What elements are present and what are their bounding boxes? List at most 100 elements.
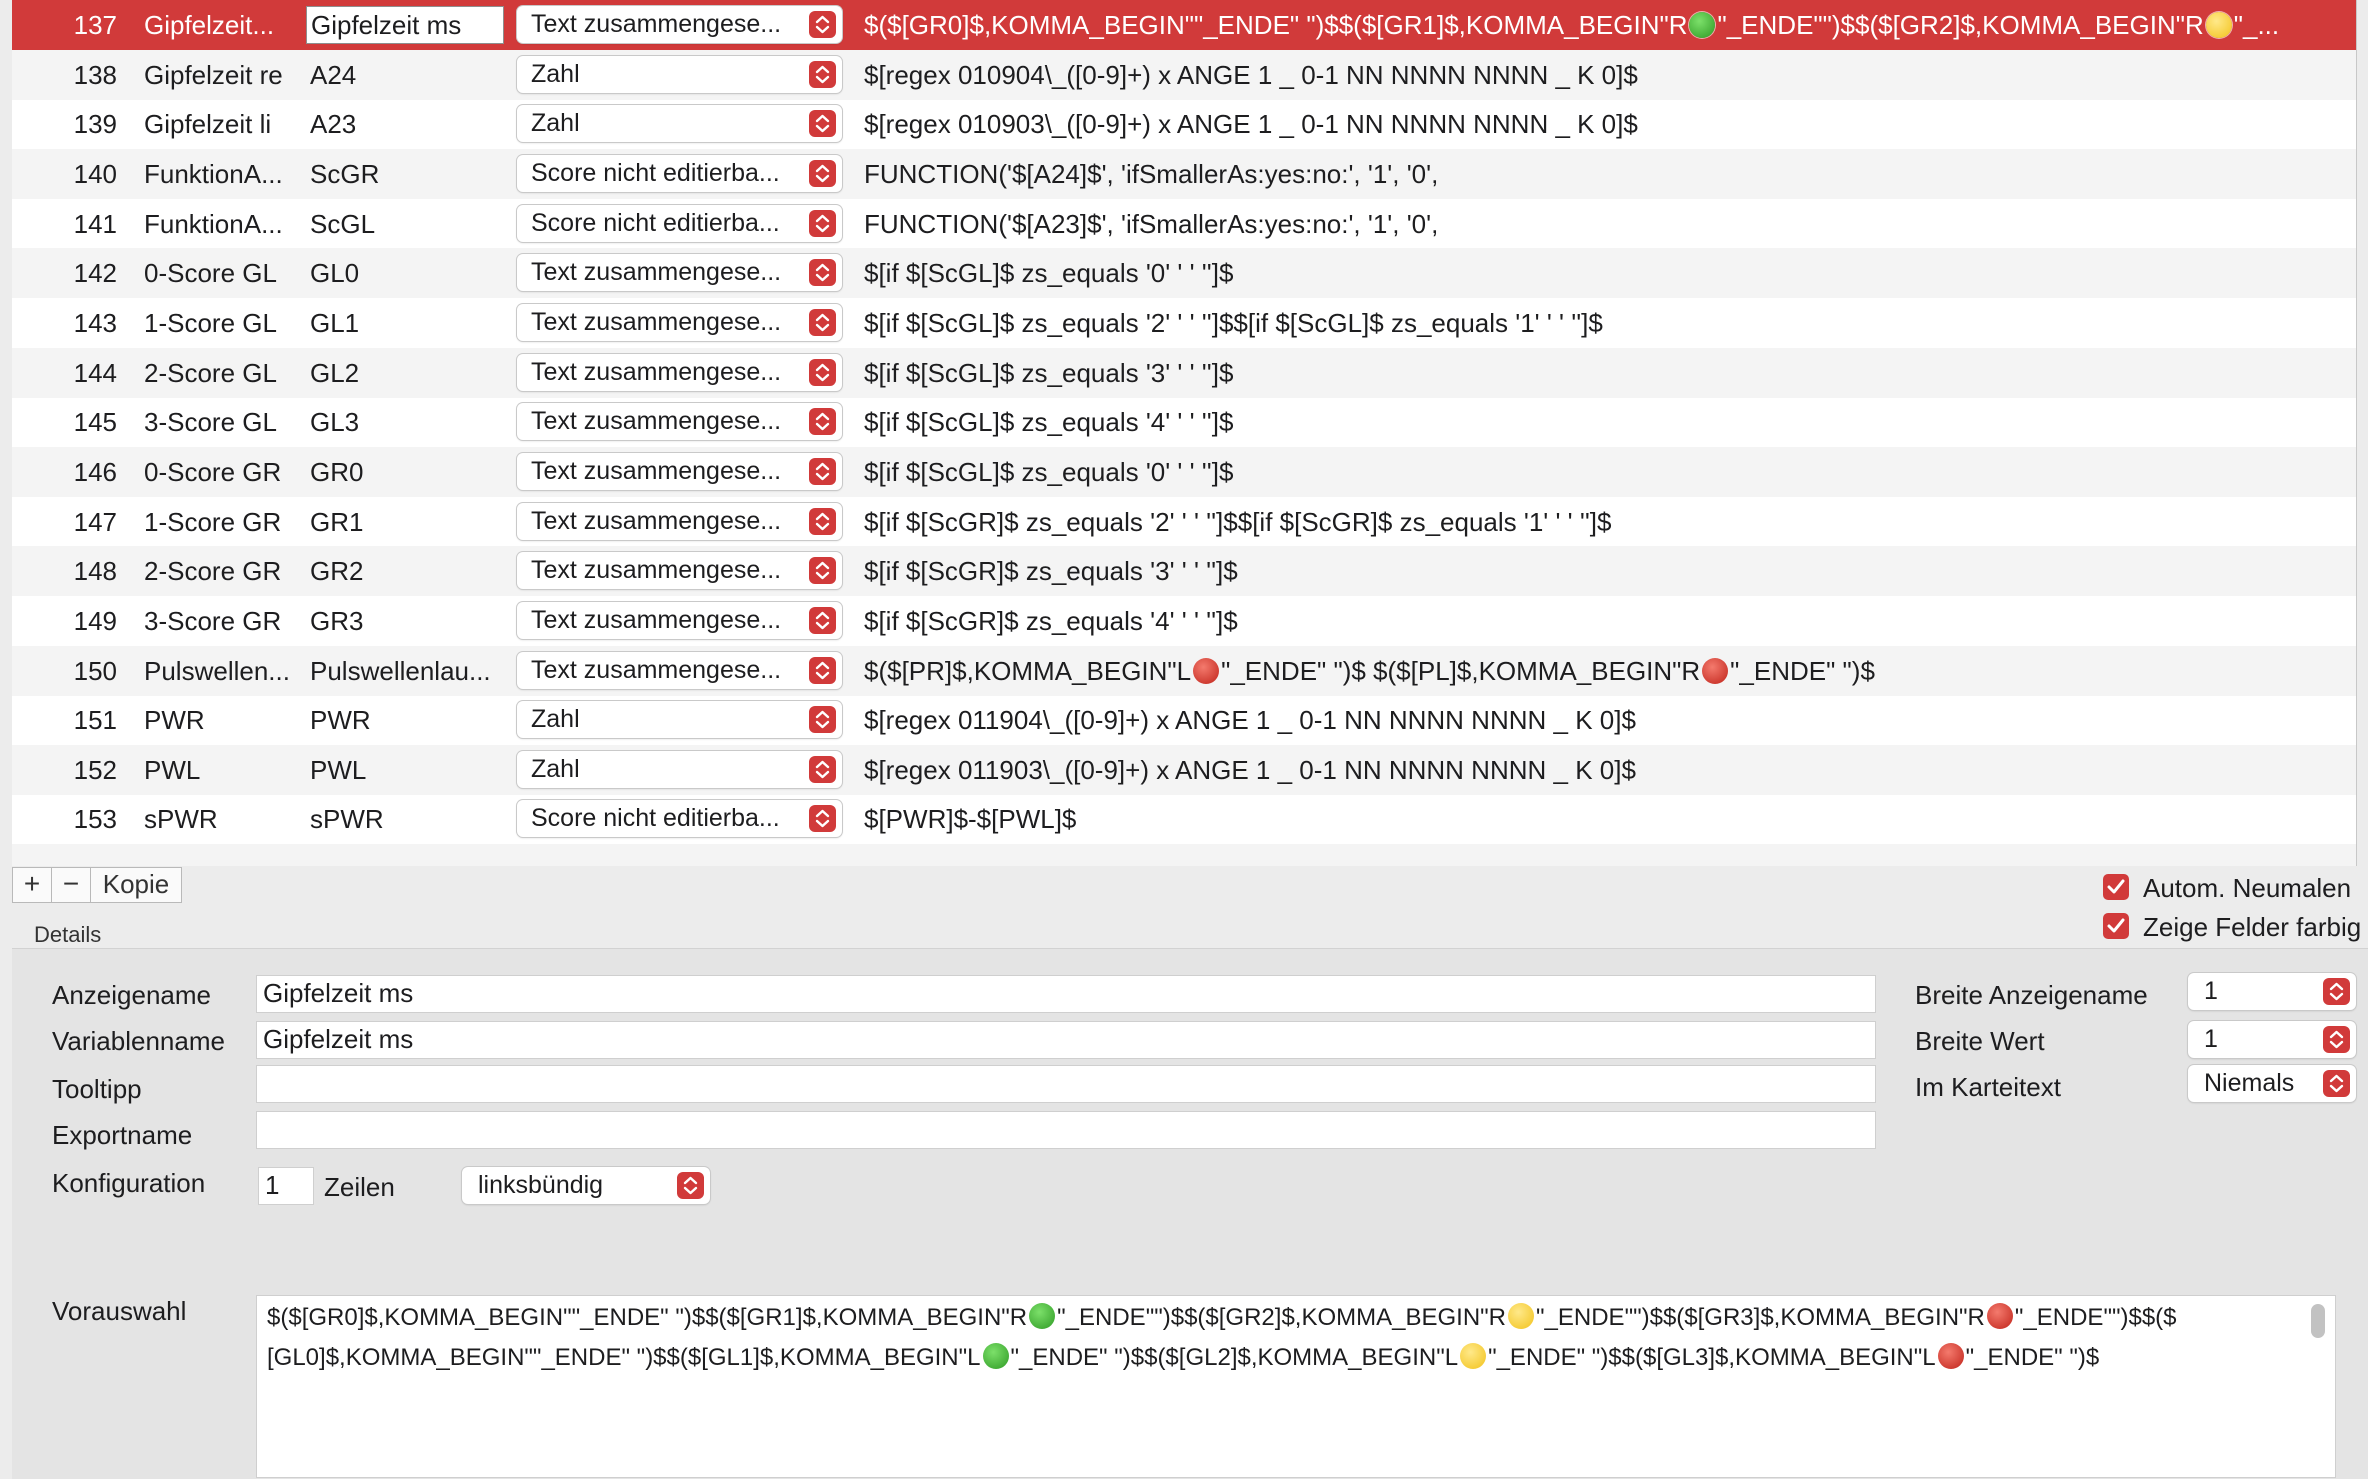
table-row[interactable]: 142 0-Score GL GL0 Text zusammengese... $[if… xyxy=(12,248,2356,299)
table-row[interactable]: 137 Gipfelzeit... Gipfelzeit ms Text zusamm… xyxy=(12,0,2356,50)
row-variable-name[interactable]: GL0 xyxy=(310,248,515,298)
row-display-name[interactable]: Gipfelzeit li xyxy=(144,99,309,149)
row-variable-name[interactable]: PWL xyxy=(310,745,515,795)
table-row[interactable]: 138 Gipfelzeit re A24 Zahl $[regex 010904\_(… xyxy=(12,49,2356,100)
row-variable-name[interactable]: GR1 xyxy=(310,497,515,547)
row-display-name[interactable]: 1-Score GL xyxy=(144,298,309,348)
field-type-select[interactable]: Text zusammengese... xyxy=(517,502,842,540)
tooltip-field[interactable] xyxy=(256,1065,1876,1103)
field-type-select[interactable]: Score nicht editierba... xyxy=(517,800,842,838)
table-row[interactable]: 145 3-Score GL GL3 Text zusammengese... $[if… xyxy=(12,397,2356,447)
width-value-select[interactable]: 1 xyxy=(2188,1021,2356,1058)
row-variable-name[interactable]: GR0 xyxy=(310,447,515,497)
color-fields-checkbox[interactable] xyxy=(2103,913,2129,939)
field-type-select[interactable]: Text zusammengese... xyxy=(517,452,842,490)
row-display-name[interactable]: 3-Score GR xyxy=(144,596,309,646)
row-formula[interactable]: $[if $[ScGL]$ zs_equals '4' ' ' '']$ xyxy=(864,397,2344,447)
width-display-name-select[interactable]: 1 xyxy=(2188,973,2356,1010)
add-row-button[interactable]: + xyxy=(12,867,52,903)
row-display-name[interactable]: 0-Score GL xyxy=(144,248,309,298)
row-display-name[interactable]: PWL xyxy=(144,745,309,795)
variable-name-field[interactable]: Gipfelzeit ms xyxy=(256,1021,1876,1059)
table-row[interactable]: 153 sPWR sPWR Score nicht editierba... $[PWR… xyxy=(12,794,2356,844)
field-type-select[interactable]: Zahl xyxy=(517,750,842,788)
row-variable-name[interactable]: sPWR xyxy=(310,794,515,844)
table-row[interactable]: 151 PWR PWR Zahl $[regex 011904\_([0-9]+) x … xyxy=(12,695,2356,745)
table-row[interactable]: 149 3-Score GR GR3 Text zusammengese... $[if… xyxy=(12,596,2356,646)
table-row[interactable]: 147 1-Score GR GR1 Text zusammengese... $[if… xyxy=(12,497,2356,547)
field-type-select[interactable]: Zahl xyxy=(517,105,842,143)
card-text-select[interactable]: Niemals xyxy=(2188,1065,2356,1102)
field-type-select[interactable]: Text zusammengese... xyxy=(517,303,842,341)
table-row[interactable]: 148 2-Score GR GR2 Text zusammengese... $[if… xyxy=(12,546,2356,597)
row-display-name[interactable]: 2-Score GL xyxy=(144,348,309,398)
row-variable-name[interactable]: Pulswellenlau... xyxy=(310,646,515,696)
table-row[interactable]: 141 FunktionA... ScGL Score nicht editierba… xyxy=(12,199,2356,249)
remove-row-button[interactable]: − xyxy=(51,867,91,903)
copy-button[interactable]: Kopie xyxy=(90,867,182,903)
field-type-select[interactable]: Text zusammengese... xyxy=(517,6,842,43)
table-row[interactable]: 150 Pulswellen... Pulswellenlau... Text zus… xyxy=(12,645,2356,696)
row-display-name[interactable]: Pulswellen... xyxy=(144,646,309,696)
row-formula[interactable]: FUNCTION('$[A23]$', 'ifSmallerAs:yes:no:… xyxy=(864,199,2344,249)
field-type-select[interactable]: Text zusammengese... xyxy=(517,403,842,441)
row-variable-name[interactable]: PWR xyxy=(310,695,515,745)
auto-repaint-checkbox[interactable] xyxy=(2103,874,2129,900)
row-formula[interactable]: $[regex 010904\_([0-9]+) x ANGE 1 _ 0-1 … xyxy=(864,50,2344,100)
row-formula[interactable]: $[regex 011904\_([0-9]+) x ANGE 1 _ 0-1 … xyxy=(864,695,2344,745)
table-row[interactable]: 146 0-Score GR GR0 Text zusammengese... $[if… xyxy=(12,446,2356,497)
field-type-select[interactable]: Text zusammengese... xyxy=(517,353,842,391)
row-formula[interactable]: $[regex 011903\_([0-9]+) x ANGE 1 _ 0-1 … xyxy=(864,745,2344,795)
field-type-select[interactable]: Score nicht editierba... xyxy=(517,155,842,192)
row-variable-name[interactable]: GR3 xyxy=(310,596,515,646)
fields-table[interactable]: 137 Gipfelzeit... Gipfelzeit ms Text zusamm… xyxy=(12,0,2357,866)
row-variable-name[interactable]: GL2 xyxy=(310,348,515,398)
field-type-select[interactable]: Text zusammengese... xyxy=(517,552,842,590)
table-row[interactable]: 140 FunktionA... ScGR Score nicht editierba… xyxy=(12,149,2356,199)
row-formula[interactable]: $($[GR0]$,KOMMA_BEGIN""_ENDE" ")$$($[GR1… xyxy=(864,0,2344,50)
row-display-name[interactable]: PWR xyxy=(144,695,309,745)
row-variable-name[interactable]: A24 xyxy=(310,50,515,100)
row-variable-name[interactable]: GR2 xyxy=(310,546,515,596)
row-display-name[interactable]: 2-Score GR xyxy=(144,546,309,596)
row-display-name[interactable]: 3-Score GL xyxy=(144,397,309,447)
variable-name-edit-field[interactable]: Gipfelzeit ms xyxy=(306,6,504,44)
table-row[interactable]: 144 2-Score GL GL2 Text zusammengese... $[if… xyxy=(12,347,2356,398)
scrollbar-thumb[interactable] xyxy=(2311,1304,2325,1338)
field-type-select[interactable]: Zahl xyxy=(517,55,842,93)
alignment-select[interactable]: linksbündig xyxy=(462,1167,710,1204)
row-formula[interactable]: $[if $[ScGL]$ zs_equals '0' ' ' '']$ xyxy=(864,447,2344,497)
row-formula[interactable]: $[if $[ScGL]$ zs_equals '3' ' ' '']$ xyxy=(864,348,2344,398)
row-formula[interactable]: $[if $[ScGR]$ zs_equals '4' ' ' '']$ xyxy=(864,596,2344,646)
row-variable-name[interactable]: ScGL xyxy=(310,199,515,249)
row-display-name[interactable]: 1-Score GR xyxy=(144,497,309,547)
row-formula[interactable]: $[if $[ScGR]$ zs_equals '2' ' ' '']$$[if… xyxy=(864,497,2344,547)
row-formula[interactable]: $[if $[ScGL]$ zs_equals '0' ' ' '']$ xyxy=(864,248,2344,298)
preselection-textarea[interactable]: $($[GR0]$,KOMMA_BEGIN""_ENDE" ")$$($[GR1… xyxy=(256,1295,2336,1478)
field-type-select[interactable]: Text zusammengese... xyxy=(517,254,842,292)
table-row[interactable]: 152 PWL PWL Zahl $[regex 011903\_([0-9]+) x … xyxy=(12,744,2356,795)
row-formula[interactable]: $[regex 010903\_([0-9]+) x ANGE 1 _ 0-1 … xyxy=(864,99,2344,149)
table-row[interactable]: 143 1-Score GL GL1 Text zusammengese... $[if… xyxy=(12,298,2356,348)
row-variable-name[interactable]: A23 xyxy=(310,99,515,149)
row-formula[interactable]: $[PWR]$-$[PWL]$ xyxy=(864,794,2344,844)
display-name-field[interactable]: Gipfelzeit ms xyxy=(256,975,1876,1013)
field-type-select[interactable]: Score nicht editierba... xyxy=(517,204,842,242)
field-type-select[interactable]: Text zusammengese... xyxy=(517,601,842,639)
row-variable-name[interactable]: GL1 xyxy=(310,298,515,348)
row-variable-name[interactable]: GL3 xyxy=(310,397,515,447)
table-row[interactable]: 139 Gipfelzeit li A23 Zahl $[regex 010903\_(… xyxy=(12,99,2356,149)
row-display-name[interactable]: Gipfelzeit re xyxy=(144,50,309,100)
row-formula[interactable]: FUNCTION('$[A24]$', 'ifSmallerAs:yes:no:… xyxy=(864,149,2344,199)
row-display-name[interactable]: FunktionA... xyxy=(144,199,309,249)
row-display-name[interactable]: 0-Score GR xyxy=(144,447,309,497)
row-formula[interactable]: $[if $[ScGL]$ zs_equals '2' ' ' '']$$[if… xyxy=(864,298,2344,348)
row-display-name[interactable]: sPWR xyxy=(144,794,309,844)
export-name-field[interactable] xyxy=(256,1111,1876,1149)
field-type-select[interactable]: Text zusammengese... xyxy=(517,651,842,689)
row-display-name[interactable]: FunktionA... xyxy=(144,149,309,199)
row-display-name[interactable]: Gipfelzeit... xyxy=(144,0,309,50)
row-variable-name[interactable]: ScGR xyxy=(310,149,515,199)
field-type-select[interactable]: Zahl xyxy=(517,701,842,739)
row-formula[interactable]: $($[PR]$,KOMMA_BEGIN"L "_ENDE" ")$ $($[PL… xyxy=(864,646,2344,696)
